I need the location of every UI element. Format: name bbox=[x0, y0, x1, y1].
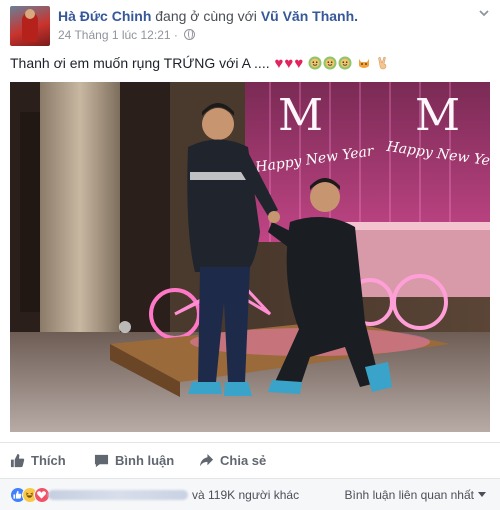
post-meta: 24 Tháng 1 lúc 12:21 · bbox=[58, 27, 196, 43]
victory-hand-emoji-icon bbox=[378, 56, 387, 70]
smile-green-emoji-icon bbox=[338, 56, 352, 70]
comment-sort-dropdown[interactable]: Bình luận liên quan nhất bbox=[345, 487, 486, 503]
author-name[interactable]: Hà Đức Chinh bbox=[58, 8, 151, 24]
caret-down-icon bbox=[478, 492, 486, 497]
post-title: Hà Đức Chinh đang ở cùng với Vũ Văn Than… bbox=[58, 7, 358, 25]
share-button[interactable]: Chia sẻ bbox=[199, 453, 266, 469]
reaction-count[interactable]: và 119K người khác bbox=[192, 487, 299, 503]
tagged-name[interactable]: Vũ Văn Thanh. bbox=[261, 8, 358, 24]
post-header: Hà Đức Chinh đang ở cùng với Vũ Văn Than… bbox=[10, 6, 490, 46]
heart-emoji-icon: ♥ bbox=[294, 55, 304, 72]
post-photo[interactable]: M M Happy New Year Happy New Year bbox=[10, 82, 490, 432]
post-text-content: Thanh ơi em muốn rụng TRỨNG với A .... bbox=[10, 55, 270, 71]
smile-green-emoji-icon bbox=[323, 56, 337, 70]
with-text: đang ở cùng với bbox=[155, 8, 257, 24]
post-text: Thanh ơi em muốn rụng TRỨNG với A .... ♥… bbox=[10, 53, 390, 74]
share-icon bbox=[199, 453, 214, 467]
like-label: Thích bbox=[31, 453, 66, 468]
avatar[interactable] bbox=[10, 6, 50, 46]
globe-icon bbox=[184, 29, 196, 40]
heart-emoji-icon: ♥ bbox=[284, 55, 294, 72]
reactions-bar: và 119K người khác Bình luận liên quan n… bbox=[0, 478, 500, 510]
sign-letter-left: M bbox=[278, 90, 323, 141]
smile-green-emoji-icon bbox=[308, 56, 322, 70]
like-button[interactable]: Thích bbox=[10, 453, 66, 469]
avatar-head bbox=[25, 9, 35, 19]
comment-label: Bình luận bbox=[115, 453, 175, 468]
blurred-reactor-names bbox=[48, 490, 188, 500]
action-bar: Thích Bình luận Chia sẻ bbox=[0, 442, 500, 478]
thumbs-up-icon bbox=[10, 453, 25, 468]
comment-button[interactable]: Bình luận bbox=[94, 453, 174, 469]
facebook-post: Hà Đức Chinh đang ở cùng với Vũ Văn Than… bbox=[0, 0, 500, 510]
comment-icon bbox=[94, 454, 109, 468]
post-timestamp[interactable]: 24 Tháng 1 lúc 12:21 · bbox=[58, 28, 178, 42]
photo-scene: M M Happy New Year Happy New Year bbox=[10, 82, 490, 432]
comment-sort-label: Bình luận liên quan nhất bbox=[344, 488, 474, 502]
sign-letter-right: M bbox=[415, 90, 460, 141]
heart-emoji-icon: ♥ bbox=[274, 55, 284, 72]
share-label: Chia sẻ bbox=[220, 453, 267, 468]
chevron-down-icon[interactable] bbox=[478, 6, 490, 22]
cat-face-emoji-icon bbox=[359, 59, 369, 68]
